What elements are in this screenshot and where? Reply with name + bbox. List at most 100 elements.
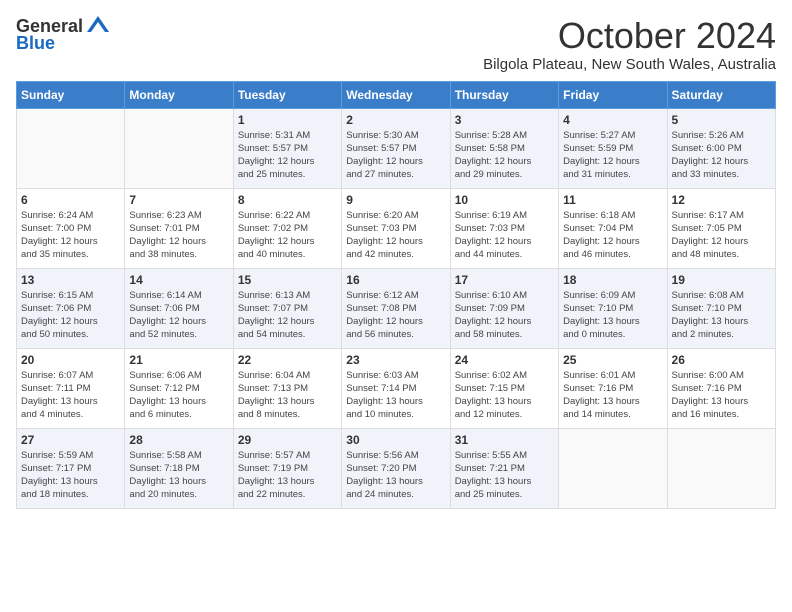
day-info: Sunrise: 5:58 AM Sunset: 7:18 PM Dayligh…: [129, 449, 228, 502]
weekday-header-wednesday: Wednesday: [342, 81, 450, 108]
day-number: 30: [346, 433, 445, 447]
day-number: 5: [672, 113, 771, 127]
calendar-cell: 15 Sunrise: 6:13 AM Sunset: 7:07 PM Dayli…: [233, 268, 341, 348]
day-info: Sunrise: 6:22 AM Sunset: 7:02 PM Dayligh…: [238, 209, 337, 262]
calendar-cell: 17 Sunrise: 6:10 AM Sunset: 7:09 PM Dayli…: [450, 268, 558, 348]
calendar-cell: 29Sunrise: 5:57 AM Sunset: 7:19 PM Dayli…: [233, 428, 341, 508]
logo-icon: [87, 16, 109, 37]
day-number: 26: [672, 353, 771, 367]
day-info: Sunrise: 6:19 AM Sunset: 7:03 PM Dayligh…: [455, 209, 554, 262]
calendar-cell: 28Sunrise: 5:58 AM Sunset: 7:18 PM Dayli…: [125, 428, 233, 508]
day-number: 25: [563, 353, 662, 367]
day-number: 8: [238, 193, 337, 207]
day-number: 18: [563, 273, 662, 287]
day-info: Sunrise: 6:04 AM Sunset: 7:13 PM Dayligh…: [238, 369, 337, 422]
day-info: Sunrise: 6:09 AM Sunset: 7:10 PM Dayligh…: [563, 289, 662, 342]
day-number: 6: [21, 193, 120, 207]
day-number: 29: [238, 433, 337, 447]
day-info: Sunrise: 6:14 AM Sunset: 7:06 PM Dayligh…: [129, 289, 228, 342]
day-number: 13: [21, 273, 120, 287]
day-number: 12: [672, 193, 771, 207]
day-number: 31: [455, 433, 554, 447]
day-number: 19: [672, 273, 771, 287]
week-row-1: 1 Sunrise: 5:31 AM Sunset: 5:57 PM Daylig…: [17, 108, 776, 188]
calendar-cell: 3Sunrise: 5:28 AM Sunset: 5:58 PM Daylig…: [450, 108, 558, 188]
calendar-cell: 4Sunrise: 5:27 AM Sunset: 5:59 PM Daylig…: [559, 108, 667, 188]
calendar-cell: 12 Sunrise: 6:17 AM Sunset: 7:05 PM Dayli…: [667, 188, 775, 268]
day-number: 16: [346, 273, 445, 287]
day-info: Sunrise: 6:12 AM Sunset: 7:08 PM Dayligh…: [346, 289, 445, 342]
day-number: 10: [455, 193, 554, 207]
calendar-cell: 24 Sunrise: 6:02 AM Sunset: 7:15 PM Dayli…: [450, 348, 558, 428]
day-number: 20: [21, 353, 120, 367]
day-info: Sunrise: 5:56 AM Sunset: 7:20 PM Dayligh…: [346, 449, 445, 502]
week-row-5: 27 Sunrise: 5:59 AM Sunset: 7:17 PM Dayli…: [17, 428, 776, 508]
day-info: Sunrise: 6:17 AM Sunset: 7:05 PM Dayligh…: [672, 209, 771, 262]
logo-blue-text: Blue: [16, 33, 55, 54]
calendar-cell: 20 Sunrise: 6:07 AM Sunset: 7:11 PM Dayli…: [17, 348, 125, 428]
weekday-header-friday: Friday: [559, 81, 667, 108]
day-number: 4: [563, 113, 662, 127]
day-number: 1: [238, 113, 337, 127]
calendar-cell: 14 Sunrise: 6:14 AM Sunset: 7:06 PM Dayli…: [125, 268, 233, 348]
day-info: Sunrise: 6:01 AM Sunset: 7:16 PM Dayligh…: [563, 369, 662, 422]
day-number: 15: [238, 273, 337, 287]
calendar-cell: [559, 428, 667, 508]
calendar-cell: 22 Sunrise: 6:04 AM Sunset: 7:13 PM Dayli…: [233, 348, 341, 428]
day-number: 7: [129, 193, 228, 207]
week-row-3: 13 Sunrise: 6:15 AM Sunset: 7:06 PM Dayli…: [17, 268, 776, 348]
day-info: Sunrise: 6:07 AM Sunset: 7:11 PM Dayligh…: [21, 369, 120, 422]
day-number: 22: [238, 353, 337, 367]
calendar-cell: [667, 428, 775, 508]
day-info: Sunrise: 5:30 AM Sunset: 5:57 PM Dayligh…: [346, 129, 445, 182]
day-info: Sunrise: 6:13 AM Sunset: 7:07 PM Dayligh…: [238, 289, 337, 342]
calendar-cell: [125, 108, 233, 188]
day-number: 9: [346, 193, 445, 207]
calendar-cell: 21 Sunrise: 6:06 AM Sunset: 7:12 PM Dayli…: [125, 348, 233, 428]
calendar-cell: 8 Sunrise: 6:22 AM Sunset: 7:02 PM Daylig…: [233, 188, 341, 268]
week-row-4: 20 Sunrise: 6:07 AM Sunset: 7:11 PM Dayli…: [17, 348, 776, 428]
calendar-cell: 11Sunrise: 6:18 AM Sunset: 7:04 PM Dayli…: [559, 188, 667, 268]
day-info: Sunrise: 5:28 AM Sunset: 5:58 PM Dayligh…: [455, 129, 554, 182]
day-number: 21: [129, 353, 228, 367]
calendar-cell: 30 Sunrise: 5:56 AM Sunset: 7:20 PM Dayli…: [342, 428, 450, 508]
day-number: 17: [455, 273, 554, 287]
weekday-header-sunday: Sunday: [17, 81, 125, 108]
day-number: 27: [21, 433, 120, 447]
day-info: Sunrise: 6:10 AM Sunset: 7:09 PM Dayligh…: [455, 289, 554, 342]
day-info: Sunrise: 5:59 AM Sunset: 7:17 PM Dayligh…: [21, 449, 120, 502]
calendar-cell: 6 Sunrise: 6:24 AM Sunset: 7:00 PM Daylig…: [17, 188, 125, 268]
day-info: Sunrise: 6:02 AM Sunset: 7:15 PM Dayligh…: [455, 369, 554, 422]
month-title: October 2024: [483, 16, 776, 56]
day-number: 2: [346, 113, 445, 127]
calendar-cell: 27 Sunrise: 5:59 AM Sunset: 7:17 PM Dayli…: [17, 428, 125, 508]
calendar-cell: 19Sunrise: 6:08 AM Sunset: 7:10 PM Dayli…: [667, 268, 775, 348]
calendar-cell: 10 Sunrise: 6:19 AM Sunset: 7:03 PM Dayli…: [450, 188, 558, 268]
location-title: Bilgola Plateau, New South Wales, Austra…: [483, 56, 776, 73]
weekday-header-tuesday: Tuesday: [233, 81, 341, 108]
calendar-cell: 25 Sunrise: 6:01 AM Sunset: 7:16 PM Dayli…: [559, 348, 667, 428]
week-row-2: 6 Sunrise: 6:24 AM Sunset: 7:00 PM Daylig…: [17, 188, 776, 268]
logo: General Blue: [16, 16, 109, 54]
calendar-cell: 5Sunrise: 5:26 AM Sunset: 6:00 PM Daylig…: [667, 108, 775, 188]
calendar-cell: 26 Sunrise: 6:00 AM Sunset: 7:16 PM Dayli…: [667, 348, 775, 428]
day-number: 24: [455, 353, 554, 367]
calendar-cell: 9 Sunrise: 6:20 AM Sunset: 7:03 PM Daylig…: [342, 188, 450, 268]
calendar-cell: [17, 108, 125, 188]
calendar-cell: 13 Sunrise: 6:15 AM Sunset: 7:06 PM Dayli…: [17, 268, 125, 348]
day-info: Sunrise: 6:24 AM Sunset: 7:00 PM Dayligh…: [21, 209, 120, 262]
calendar-cell: 23 Sunrise: 6:03 AM Sunset: 7:14 PM Dayli…: [342, 348, 450, 428]
day-info: Sunrise: 5:31 AM Sunset: 5:57 PM Dayligh…: [238, 129, 337, 182]
day-info: Sunrise: 6:00 AM Sunset: 7:16 PM Dayligh…: [672, 369, 771, 422]
calendar-table: SundayMondayTuesdayWednesdayThursdayFrid…: [16, 81, 776, 509]
day-info: Sunrise: 6:20 AM Sunset: 7:03 PM Dayligh…: [346, 209, 445, 262]
calendar-cell: 7Sunrise: 6:23 AM Sunset: 7:01 PM Daylig…: [125, 188, 233, 268]
weekday-header-monday: Monday: [125, 81, 233, 108]
day-number: 14: [129, 273, 228, 287]
day-info: Sunrise: 6:03 AM Sunset: 7:14 PM Dayligh…: [346, 369, 445, 422]
day-info: Sunrise: 6:06 AM Sunset: 7:12 PM Dayligh…: [129, 369, 228, 422]
day-info: Sunrise: 6:15 AM Sunset: 7:06 PM Dayligh…: [21, 289, 120, 342]
day-info: Sunrise: 5:55 AM Sunset: 7:21 PM Dayligh…: [455, 449, 554, 502]
day-number: 23: [346, 353, 445, 367]
weekday-header-saturday: Saturday: [667, 81, 775, 108]
